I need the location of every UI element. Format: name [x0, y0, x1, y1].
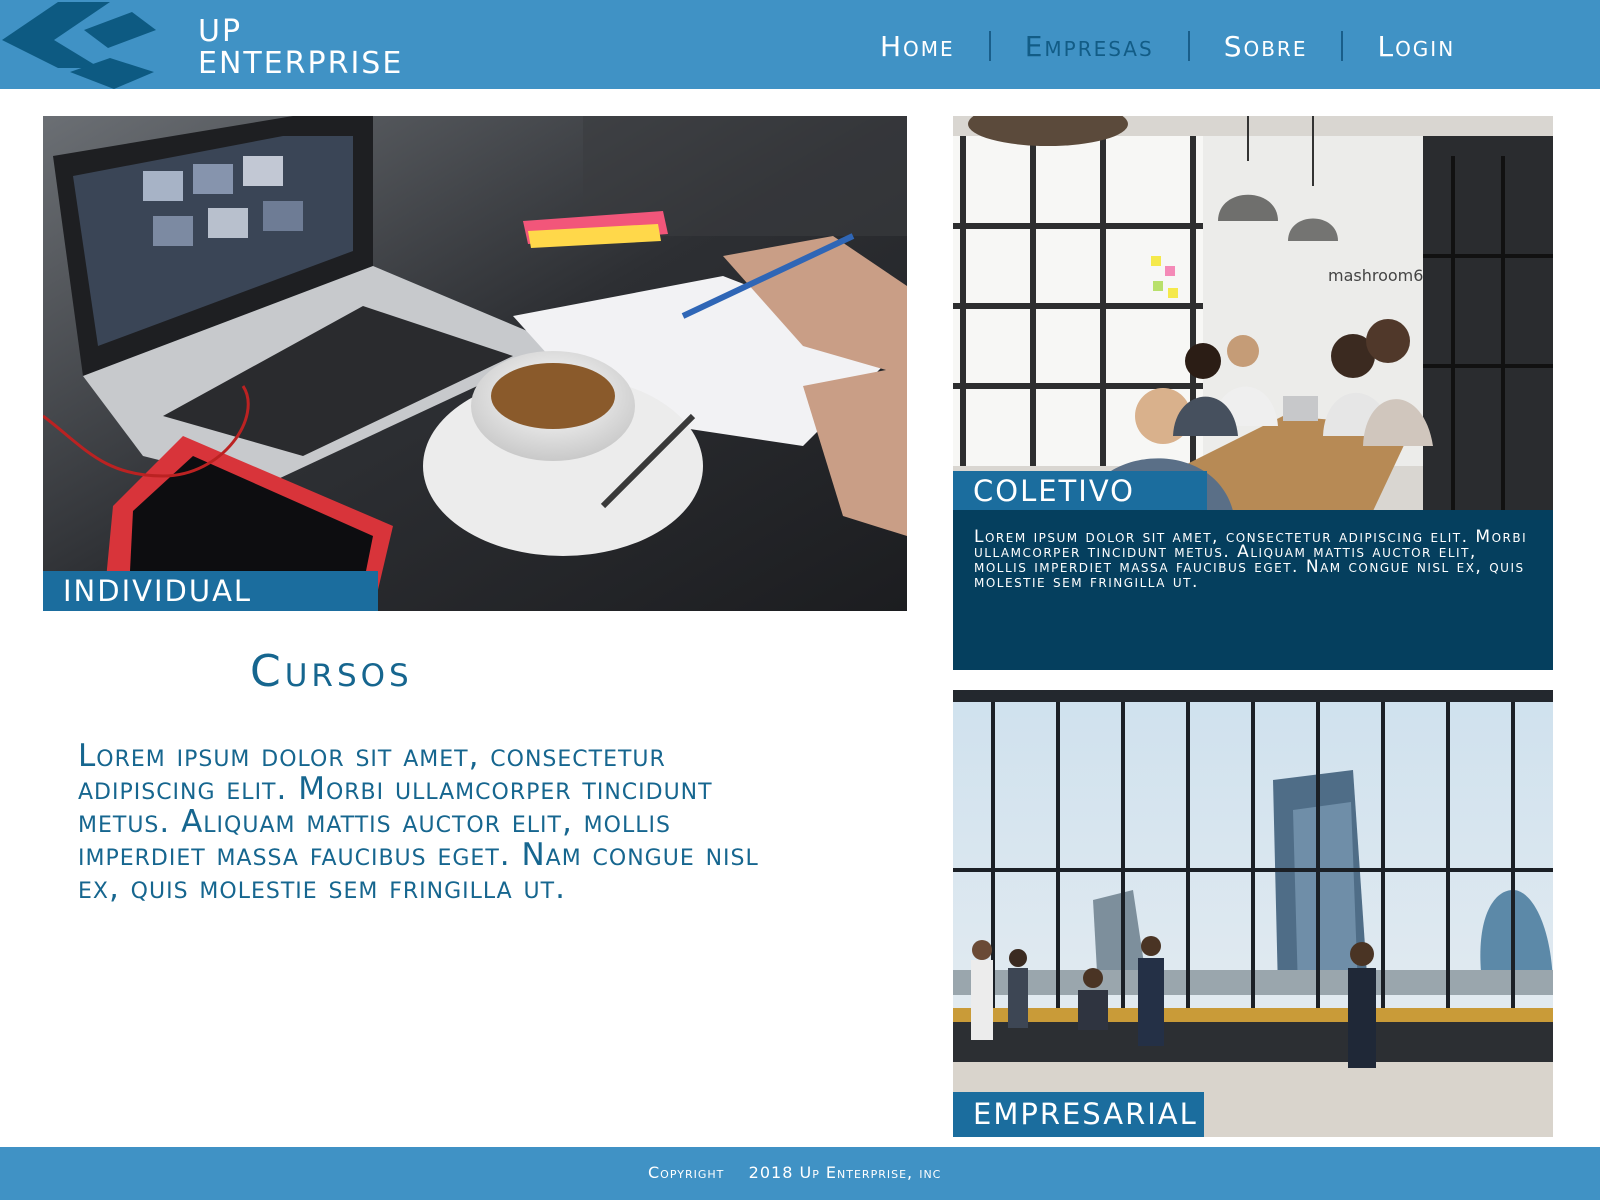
- brand-line-2: ENTERPRISE: [198, 46, 404, 81]
- nav-sobre[interactable]: Sobre: [1224, 30, 1308, 63]
- brand-line-1: UP: [198, 14, 243, 49]
- cursos-heading: Cursos: [250, 646, 413, 697]
- site-footer: Copyright 2018 Up Enterprise, inc: [0, 1147, 1600, 1200]
- coletivo-card[interactable]: mashroom6 COLETIVO: [953, 116, 1553, 511]
- nav-divider: [1187, 31, 1190, 61]
- logo-icon[interactable]: [0, 0, 160, 89]
- main-nav: Home Empresas Sobre Login: [880, 24, 1455, 68]
- copyright-text: Copyright 2018 Up Enterprise, inc: [648, 1163, 942, 1182]
- coletivo-label: COLETIVO: [953, 471, 1207, 511]
- individual-card[interactable]: INDIVIDUAL: [43, 116, 907, 611]
- workspace-photo: [43, 116, 907, 611]
- brand-name[interactable]: UP ENTERPRISE: [198, 16, 403, 80]
- site-header: UP ENTERPRISE Home Empresas Sobre Login: [0, 0, 1600, 89]
- nav-home[interactable]: Home: [880, 30, 955, 63]
- nav-divider: [988, 31, 991, 61]
- empresarial-label: EMPRESARIAL: [953, 1092, 1204, 1137]
- skyline-photo: [953, 690, 1553, 1137]
- cursos-description: Lorem ipsum dolor sit amet, consectetur …: [78, 738, 759, 906]
- coletivo-description: Lorem ipsum dolor sit amet, consectetur …: [953, 510, 1553, 670]
- individual-label: INDIVIDUAL: [43, 571, 378, 611]
- empresarial-card[interactable]: EMPRESARIAL: [953, 690, 1553, 1137]
- meeting-photo: mashroom6: [953, 116, 1553, 511]
- nav-divider: [1341, 31, 1344, 61]
- nav-login[interactable]: Login: [1377, 30, 1455, 63]
- wall-sign: mashroom6: [1328, 266, 1423, 285]
- nav-empresas[interactable]: Empresas: [1025, 30, 1154, 63]
